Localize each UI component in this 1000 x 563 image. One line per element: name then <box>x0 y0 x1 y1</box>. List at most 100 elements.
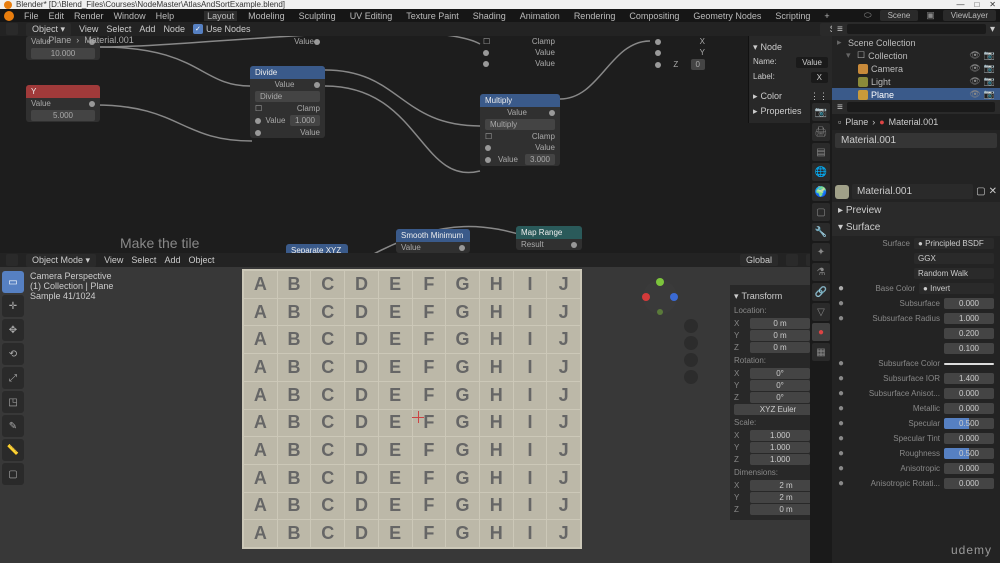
node-properties-header[interactable]: Properties <box>761 106 802 117</box>
ssr3[interactable]: 0.100 <box>944 343 994 354</box>
surface-section[interactable]: ▾ Surface <box>832 219 1000 236</box>
prop-tab-particle[interactable]: ✦ <box>812 243 830 261</box>
menu-help[interactable]: Help <box>156 11 175 21</box>
vp-menu-object[interactable]: Object <box>188 255 214 265</box>
tool-cursor[interactable]: ✛ <box>2 295 24 317</box>
basecolor-link[interactable]: ● Invert <box>919 283 994 294</box>
tool-rotate[interactable]: ⟲ <box>2 343 24 365</box>
tab-compositing[interactable]: Compositing <box>626 11 682 21</box>
use-nodes-checkbox[interactable]: ✓ Use Nodes <box>193 24 251 34</box>
rot-mode[interactable]: XYZ Euler <box>734 404 822 415</box>
node-menu-view[interactable]: View <box>79 24 98 34</box>
collection-row[interactable]: ▾☐Collection 👁📷 <box>832 49 1000 62</box>
tab-sculpting[interactable]: Sculpting <box>296 11 339 21</box>
loc-y[interactable]: 0 m <box>750 330 810 341</box>
tab-rendering[interactable]: Rendering <box>571 11 619 21</box>
node-divide[interactable]: Divide Value Divide ☐Clamp Value1.000 Va… <box>250 66 325 138</box>
menu-window[interactable]: Window <box>114 11 146 21</box>
tab-add-workspace[interactable]: + <box>821 11 832 21</box>
filter-icon[interactable]: ▾ <box>990 24 995 35</box>
specular[interactable]: 0.500 <box>944 418 994 429</box>
scene-icon[interactable]: ⬭ <box>864 10 872 21</box>
viewlayer-field[interactable]: ViewLayer <box>943 10 996 21</box>
prop-tab-physics[interactable]: ⚗ <box>812 263 830 281</box>
preview-section[interactable]: ▸ Preview <box>832 202 1000 219</box>
tool-add-primitive[interactable]: ▢ <box>2 463 24 485</box>
scene-collection-row[interactable]: ▸Scene Collection <box>832 36 1000 49</box>
node-y-value[interactable]: 5.000 <box>31 110 95 121</box>
scl-x[interactable]: 1.000 <box>750 430 810 441</box>
vp-menu-select[interactable]: Select <box>131 255 156 265</box>
nav-zoom-icon[interactable] <box>684 319 698 333</box>
prop-tab-constraint[interactable]: 🔗 <box>812 283 830 301</box>
props-search[interactable] <box>847 102 995 112</box>
anisor[interactable]: 0.000 <box>944 478 994 489</box>
vp-menu-view[interactable]: View <box>104 255 123 265</box>
visibility-icon[interactable]: 👁 <box>969 50 980 61</box>
metallic[interactable]: 0.000 <box>944 403 994 414</box>
tab-uv[interactable]: UV Editing <box>347 11 396 21</box>
prop-tab-render[interactable]: 📷 <box>812 103 830 121</box>
tool-select[interactable]: ▭ <box>2 271 24 293</box>
ssior[interactable]: 1.400 <box>944 373 994 384</box>
prop-tab-object[interactable]: ▢ <box>812 203 830 221</box>
roughness[interactable]: 0.500 <box>944 448 994 459</box>
tab-geonodes[interactable]: Geometry Nodes <box>690 11 764 21</box>
mode-dropdown[interactable]: Object ▾ <box>26 23 71 36</box>
mat-unlink-icon[interactable]: ✕ <box>989 186 997 197</box>
tab-layout[interactable]: Layout <box>204 11 237 21</box>
prop-tab-scene[interactable]: 🌐 <box>812 163 830 181</box>
transform-header[interactable]: Transform <box>742 291 783 302</box>
menu-edit[interactable]: Edit <box>49 11 65 21</box>
material-slot[interactable]: Material.001 <box>835 133 997 148</box>
close-button[interactable]: ✕ <box>989 0 996 9</box>
prop-tab-texture[interactable]: ▦ <box>812 343 830 361</box>
render-icon[interactable]: 📷 <box>984 50 995 61</box>
menu-render[interactable]: Render <box>74 11 104 21</box>
node-menu-add[interactable]: Add <box>139 24 155 34</box>
rot-z[interactable]: 0° <box>750 392 810 403</box>
breadcrumb-plane[interactable]: Plane <box>48 36 71 45</box>
divide-op-dropdown[interactable]: Divide <box>255 91 320 102</box>
node-menu-select[interactable]: Select <box>106 24 131 34</box>
node-smooth-min[interactable]: Smooth Minimum Value <box>396 229 470 253</box>
props-type-icon[interactable]: ≡ <box>837 102 843 113</box>
multiply-op-dropdown[interactable]: Multiply <box>485 119 555 130</box>
tab-modeling[interactable]: Modeling <box>245 11 288 21</box>
outliner-type-icon[interactable]: ≡ <box>837 24 843 35</box>
scene-field[interactable]: Scene <box>880 10 919 21</box>
layer-icon[interactable]: ▣ <box>926 10 935 21</box>
menu-file[interactable]: File <box>24 11 39 21</box>
tool-annotate[interactable]: ✎ <box>2 415 24 437</box>
tool-measure[interactable]: 📏 <box>2 439 24 461</box>
node-separate-xyz[interactable]: Separate XYZ <box>286 244 348 253</box>
ggx-dropdown[interactable]: GGX <box>914 253 994 264</box>
tool-move[interactable]: ✥ <box>2 319 24 341</box>
node-color-header[interactable]: Color <box>761 91 783 102</box>
outliner-search[interactable] <box>847 24 986 34</box>
rot-x[interactable]: 0° <box>750 368 810 379</box>
ssaniso[interactable]: 0.000 <box>944 388 994 399</box>
prop-tab-data[interactable]: ▽ <box>812 303 830 321</box>
nav-camera-icon[interactable] <box>684 353 698 367</box>
scl-z[interactable]: 1.000 <box>750 454 810 465</box>
node-x-value[interactable]: 10.000 <box>31 48 95 59</box>
pivot-icon[interactable] <box>786 254 798 266</box>
rot-y[interactable]: 0° <box>750 380 810 391</box>
tab-animation[interactable]: Animation <box>517 11 563 21</box>
ssr1[interactable]: 1.000 <box>944 313 994 324</box>
aniso[interactable]: 0.000 <box>944 463 994 474</box>
scl-y[interactable]: 1.000 <box>750 442 810 453</box>
tool-scale[interactable]: ⤢ <box>2 367 24 389</box>
mat-browse-icon[interactable]: ▢ <box>976 186 985 197</box>
node-label-field[interactable]: X <box>811 72 828 83</box>
vp-mode-dropdown[interactable]: Object Mode ▾ <box>26 254 96 267</box>
maximize-button[interactable]: □ <box>974 0 979 9</box>
camera-row[interactable]: Camera 👁📷 <box>832 62 1000 75</box>
prop-tab-output[interactable]: 🖨 <box>812 123 830 141</box>
material-name-field[interactable]: Material.001 <box>852 184 973 199</box>
material-preview-swatch[interactable] <box>835 185 849 199</box>
node-map-range[interactable]: Map Range Result <box>516 226 582 250</box>
blender-logo-icon[interactable] <box>4 11 14 21</box>
editor-type-icon[interactable] <box>6 23 18 35</box>
